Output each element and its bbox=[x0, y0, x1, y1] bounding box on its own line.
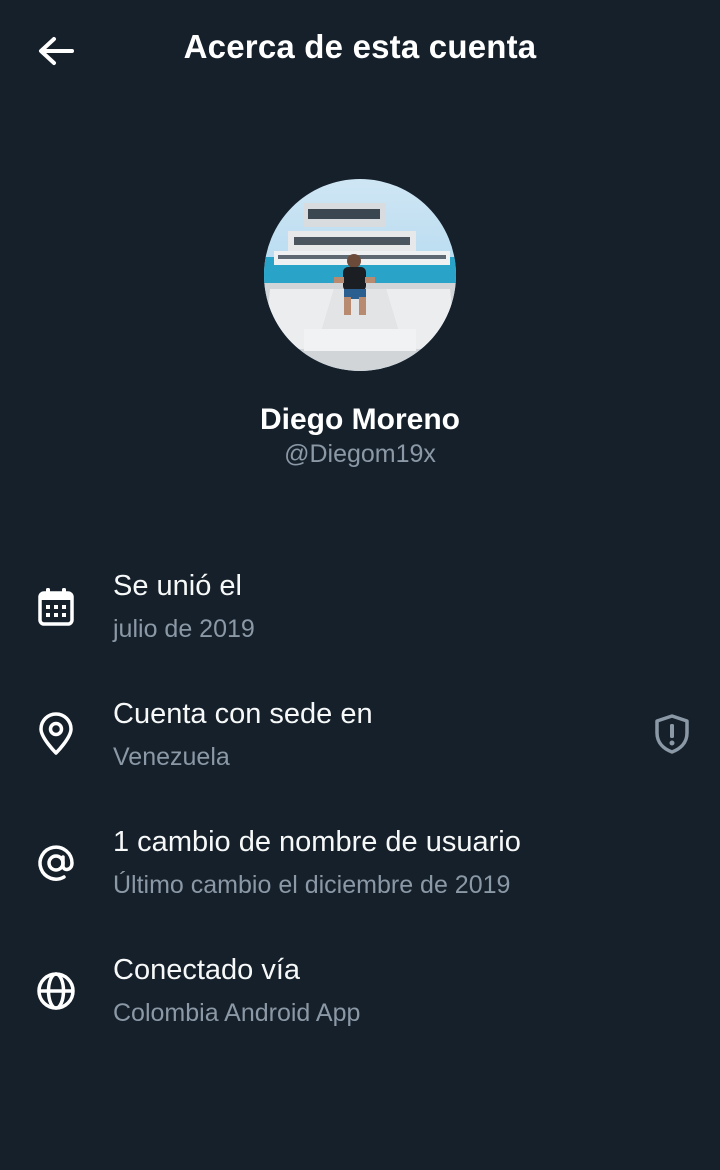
connected-via-row: Conectado vía Colombia Android App bbox=[0, 944, 720, 1044]
globe-icon bbox=[33, 968, 79, 1014]
at-sign-icon bbox=[33, 840, 79, 886]
display-name: Diego Moreno bbox=[260, 403, 460, 436]
location-pin-icon bbox=[33, 711, 79, 757]
location-info-button[interactable] bbox=[650, 712, 694, 756]
username-changes-row: 1 cambio de nombre de usuario Último cam… bbox=[0, 816, 720, 916]
account-location-value: Venezuela bbox=[113, 743, 230, 771]
username-handle: @Diegom19x bbox=[284, 440, 436, 468]
account-location-row: Cuenta con sede en Venezuela bbox=[0, 688, 720, 788]
about-account-screen: Acerca de esta cuenta Diego Moreno @Dieg… bbox=[0, 0, 720, 1170]
joined-value: julio de 2019 bbox=[113, 615, 255, 643]
joined-date-row: Se unió el julio de 2019 bbox=[0, 560, 720, 660]
shield-alert-icon bbox=[655, 714, 689, 754]
connected-via-value: Colombia Android App bbox=[113, 999, 361, 1027]
avatar[interactable] bbox=[264, 179, 456, 371]
profile-photo bbox=[264, 179, 456, 371]
account-location-label: Cuenta con sede en bbox=[113, 698, 373, 730]
page-title: Acerca de esta cuenta bbox=[183, 28, 537, 65]
username-changes-value: Último cambio el diciembre de 2019 bbox=[113, 871, 511, 899]
username-changes-label: 1 cambio de nombre de usuario bbox=[113, 826, 521, 858]
connected-via-label: Conectado vía bbox=[113, 954, 301, 986]
calendar-icon bbox=[33, 584, 79, 630]
top-app-bar: Acerca de esta cuenta bbox=[0, 0, 720, 100]
joined-label: Se unió el bbox=[113, 570, 242, 602]
